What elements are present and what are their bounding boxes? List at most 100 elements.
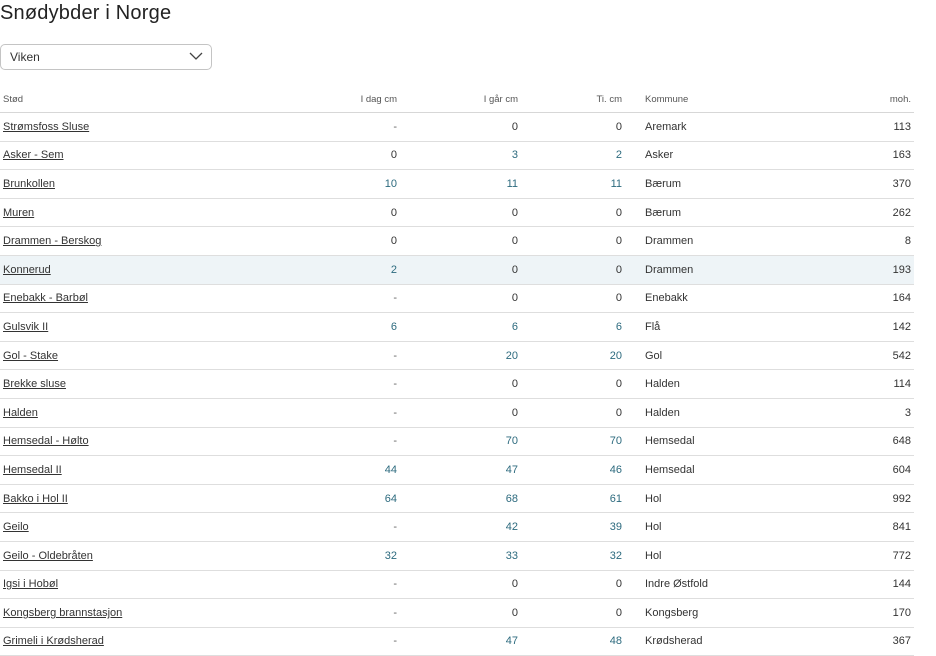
today-cell: 6 — [270, 312, 400, 342]
municipality-cell: Indre Østfold — [625, 570, 775, 600]
ten-cell: 70 — [521, 427, 625, 457]
ten-cell: 0 — [521, 226, 625, 256]
table-row[interactable]: Brunkollen 10 11 11 Bærum 370 — [0, 169, 914, 199]
station-cell: Strømsfoss Sluse — [0, 112, 270, 142]
station-link[interactable]: Halden — [3, 407, 38, 419]
table-row[interactable]: Grimeli i Krødsherad -47 48 Krødsherad 367 — [0, 627, 914, 656]
ten-cell: 0 — [521, 369, 625, 399]
altitude-cell: 164 — [775, 284, 914, 314]
table-row[interactable]: Halden -0 0 Halden 3 — [0, 398, 914, 428]
table-row[interactable]: Bakko i Hol II 64 68 61 Hol 992 — [0, 484, 914, 514]
today-cell: - — [270, 627, 400, 656]
yesterday-cell: 47 — [400, 627, 521, 656]
today-cell: 0 — [270, 198, 400, 228]
municipality-cell: Drammen — [625, 255, 775, 285]
station-link[interactable]: Geilo - Oldebråten — [3, 550, 93, 562]
station-link[interactable]: Asker - Sem — [3, 149, 64, 161]
station-link[interactable]: Hemsedal - Hølto — [3, 435, 89, 447]
ten-cell: 0 — [521, 112, 625, 142]
region-select-value: Viken — [10, 50, 40, 64]
station-link[interactable]: Gol - Stake — [3, 350, 58, 362]
municipality-cell: Drammen — [625, 226, 775, 256]
station-link[interactable]: Strømsfoss Sluse — [3, 121, 89, 133]
ten-cell: 61 — [521, 484, 625, 514]
altitude-cell: 772 — [775, 541, 914, 571]
ten-cell: 2 — [521, 141, 625, 171]
altitude-cell: 648 — [775, 427, 914, 457]
table-row[interactable]: Strømsfoss Sluse -0 0 Aremark 113 — [0, 112, 914, 142]
column-header-today[interactable]: I dag cm — [270, 86, 400, 113]
table-row[interactable]: Geilo - Oldebråten 32 33 32 Hol 772 — [0, 541, 914, 571]
ten-cell: 0 — [521, 198, 625, 228]
altitude-cell: 262 — [775, 198, 914, 228]
station-link[interactable]: Geilo — [3, 521, 29, 533]
ten-cell: 32 — [521, 541, 625, 571]
table-row[interactable]: Brekke sluse -0 0 Halden 114 — [0, 369, 914, 399]
table-row[interactable]: Asker - Sem 0 3 2 Asker 163 — [0, 141, 914, 171]
station-link[interactable]: Muren — [3, 207, 34, 219]
municipality-cell: Aremark — [625, 112, 775, 142]
station-link[interactable]: Igsi i Hobøl — [3, 578, 58, 590]
yesterday-cell: 6 — [400, 312, 521, 342]
ten-cell: 48 — [521, 627, 625, 656]
table-row[interactable]: Igsi i Hobøl -0 0 Indre Østfold 144 — [0, 570, 914, 600]
municipality-cell: Flå — [625, 312, 775, 342]
table-row[interactable]: Kongsberg brannstasjon -0 0 Kongsberg 170 — [0, 598, 914, 628]
yesterday-cell: 20 — [400, 341, 521, 371]
table-row[interactable]: Enebakk - Barbøl -0 0 Enebakk 164 — [0, 284, 914, 314]
station-link[interactable]: Enebakk - Barbøl — [3, 292, 88, 304]
today-cell: 64 — [270, 484, 400, 514]
altitude-cell: 370 — [775, 169, 914, 199]
today-cell: 32 — [270, 541, 400, 571]
station-link[interactable]: Gulsvik II — [3, 321, 48, 333]
yesterday-cell: 70 — [400, 427, 521, 457]
station-cell: Halden — [0, 398, 270, 428]
table-row[interactable]: Drammen - Berskog 0 0 0 Drammen 8 — [0, 226, 914, 256]
altitude-cell: 8 — [775, 226, 914, 256]
today-cell: - — [270, 512, 400, 542]
table-row[interactable]: Muren 0 0 0 Bærum 262 — [0, 198, 914, 228]
municipality-cell: Halden — [625, 398, 775, 428]
table-row[interactable]: Hemsedal II 44 47 46 Hemsedal 604 — [0, 455, 914, 485]
station-link[interactable]: Brekke sluse — [3, 378, 66, 390]
station-cell: Geilo — [0, 512, 270, 542]
altitude-cell: 367 — [775, 627, 914, 656]
column-header-ten[interactable]: Ti. cm — [521, 86, 625, 113]
today-cell: - — [270, 341, 400, 371]
station-cell: Konnerud — [0, 255, 270, 285]
station-link[interactable]: Hemsedal II — [3, 464, 62, 476]
altitude-cell: 142 — [775, 312, 914, 342]
yesterday-cell: 47 — [400, 455, 521, 485]
station-cell: Hemsedal - Hølto — [0, 427, 270, 457]
altitude-cell: 163 — [775, 141, 914, 171]
ten-cell: 0 — [521, 598, 625, 628]
station-cell: Hemsedal II — [0, 455, 270, 485]
table-row[interactable]: Hemsedal - Hølto -70 70 Hemsedal 648 — [0, 427, 914, 457]
station-cell: Gol - Stake — [0, 341, 270, 371]
station-link[interactable]: Brunkollen — [3, 178, 55, 190]
yesterday-cell: 0 — [400, 398, 521, 428]
column-header-altitude[interactable]: moh. — [775, 86, 914, 113]
today-cell: 0 — [270, 141, 400, 171]
station-link[interactable]: Kongsberg brannstasjon — [3, 607, 122, 619]
today-cell: - — [270, 398, 400, 428]
altitude-cell: 144 — [775, 570, 914, 600]
column-header-municipality[interactable]: Kommune — [625, 86, 775, 113]
column-header-yesterday[interactable]: I går cm — [400, 86, 521, 113]
table-row[interactable]: Gulsvik II 6 6 6 Flå 142 — [0, 312, 914, 342]
station-link[interactable]: Konnerud — [3, 264, 51, 276]
yesterday-cell: 0 — [400, 284, 521, 314]
page-title: Snødybder i Norge — [0, 2, 172, 24]
yesterday-cell: 33 — [400, 541, 521, 571]
region-select[interactable]: Viken — [0, 44, 212, 70]
table-row[interactable]: Geilo -42 39 Hol 841 — [0, 512, 914, 542]
today-cell: - — [270, 369, 400, 399]
table-row[interactable]: Gol - Stake -20 20 Gol 542 — [0, 341, 914, 371]
station-link[interactable]: Bakko i Hol II — [3, 493, 68, 505]
table-row[interactable]: Konnerud 2 0 0 Drammen 193 — [0, 255, 914, 285]
station-link[interactable]: Drammen - Berskog — [3, 235, 101, 247]
municipality-cell: Bærum — [625, 169, 775, 199]
station-link[interactable]: Grimeli i Krødsherad — [3, 635, 104, 647]
today-cell: - — [270, 598, 400, 628]
column-header-station[interactable]: Stød — [0, 86, 270, 113]
